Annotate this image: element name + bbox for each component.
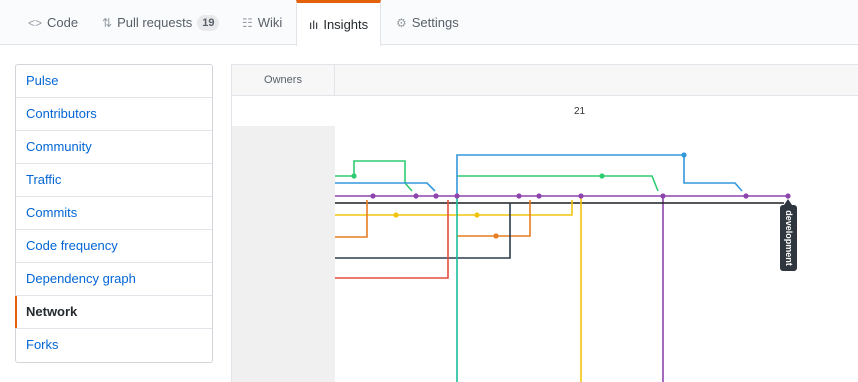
commit-dot xyxy=(433,193,439,199)
tab-insights[interactable]: ılı Insights xyxy=(296,0,382,46)
commit-dot xyxy=(536,193,542,199)
sidebar-item-community[interactable]: Community xyxy=(16,131,212,164)
tab-code[interactable]: <> Code xyxy=(16,0,90,45)
tab-wiki[interactable]: ☷ Wiki xyxy=(230,0,294,45)
graph-icon: ılı xyxy=(309,17,319,32)
branch-label-text: development xyxy=(783,210,794,266)
code-icon: <> xyxy=(28,15,43,30)
tab-pull-requests-label: Pull requests xyxy=(117,15,193,30)
commit-dot xyxy=(578,193,584,199)
book-icon: ☷ xyxy=(242,15,253,30)
commit-dot xyxy=(681,152,687,158)
sidebar-item-commits[interactable]: Commits xyxy=(16,197,212,230)
commit-dot xyxy=(516,193,522,199)
branch-line-blue xyxy=(335,182,436,192)
commit-dot xyxy=(393,212,399,218)
commit-dot xyxy=(599,173,605,179)
commit-dot xyxy=(743,193,749,199)
sidebar-item-traffic[interactable]: Traffic xyxy=(16,164,212,197)
tab-pull-requests[interactable]: ⇅ Pull requests 19 xyxy=(90,0,231,45)
commit-dot xyxy=(454,193,460,199)
sidebar-item-network[interactable]: Network xyxy=(15,296,212,329)
branch-line-red xyxy=(335,200,449,279)
branch-lines xyxy=(335,152,791,382)
gear-icon: ⚙ xyxy=(396,15,407,30)
branch-line-orange-2 xyxy=(457,200,531,237)
pull-request-icon: ⇅ xyxy=(102,15,113,30)
network-graph[interactable]: Owners 21 development xyxy=(231,64,858,382)
pull-requests-count-badge: 19 xyxy=(197,14,220,31)
commit-dot xyxy=(785,193,791,199)
branch-line-green xyxy=(335,160,413,192)
branch-line-navy xyxy=(335,203,511,259)
sidebar-item-pulse[interactable]: Pulse xyxy=(16,65,212,98)
tab-insights-label: Insights xyxy=(323,17,369,32)
tab-wiki-label: Wiki xyxy=(257,15,283,30)
insights-sidebar: Pulse Contributors Community Traffic Com… xyxy=(15,64,213,363)
branch-line-orange xyxy=(335,200,368,238)
tab-settings[interactable]: ⚙ Settings xyxy=(384,0,471,45)
commit-dot xyxy=(493,233,499,239)
sidebar-item-dependency-graph[interactable]: Dependency graph xyxy=(16,263,212,296)
commit-dot xyxy=(660,193,666,199)
commit-dot xyxy=(413,193,419,199)
branch-label-tag: development xyxy=(780,199,797,271)
branch-line-green-2 xyxy=(457,175,659,192)
tab-settings-label: Settings xyxy=(411,15,459,30)
sidebar-item-contributors[interactable]: Contributors xyxy=(16,98,212,131)
repo-tab-bar: <> Code ⇅ Pull requests 19 ☷ Wiki ılı In… xyxy=(0,0,858,46)
commit-dot xyxy=(474,212,480,218)
sidebar-item-code-frequency[interactable]: Code frequency xyxy=(16,230,212,263)
commit-dot xyxy=(370,193,376,199)
sidebar-item-forks[interactable]: Forks xyxy=(16,329,212,362)
commit-dot xyxy=(351,173,357,179)
tab-code-label: Code xyxy=(47,15,79,30)
